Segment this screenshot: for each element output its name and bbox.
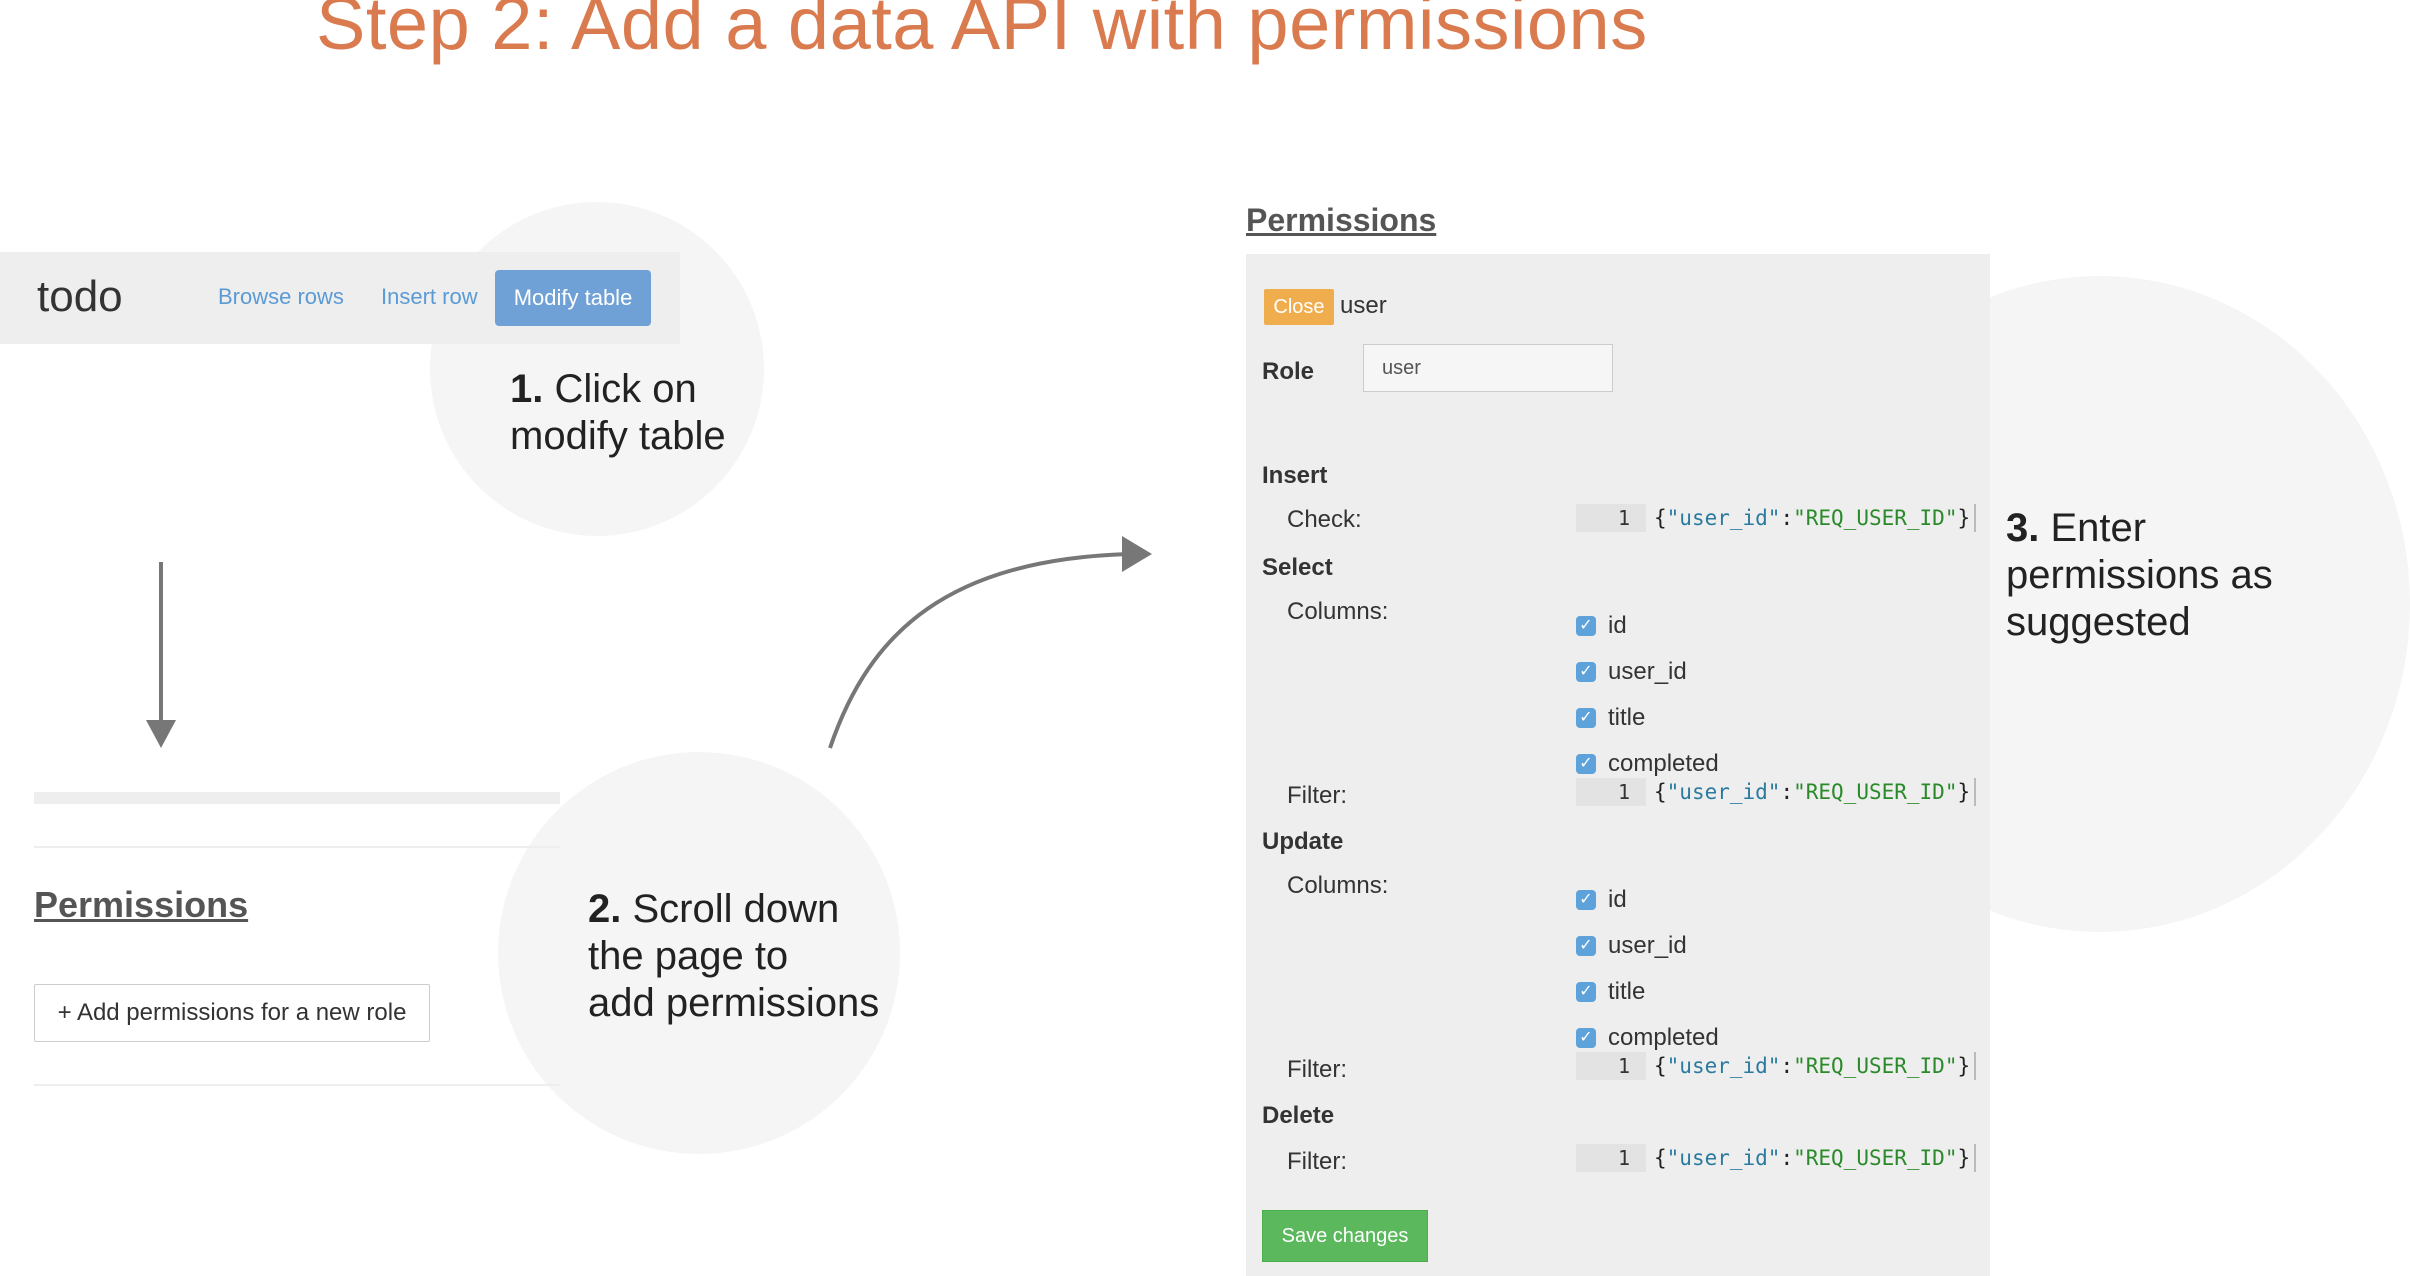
step-1-number: 1. — [510, 367, 544, 411]
permissions-panel-heading: Permissions — [1246, 202, 1437, 238]
insert-check-editor[interactable]: 1 {"user_id":"REQ_USER_ID"} — [1576, 504, 1977, 532]
step-3-number: 3. — [2006, 506, 2040, 550]
close-button[interactable]: Close — [1264, 289, 1334, 325]
step-2-line-2: the page to — [588, 934, 789, 978]
line-number: 1 — [1576, 1052, 1646, 1080]
checkbox-checked-icon[interactable]: ✓ — [1576, 890, 1596, 910]
checkbox-checked-icon[interactable]: ✓ — [1576, 936, 1596, 956]
update-columns-label: Columns: — [1287, 872, 1389, 899]
checkbox-checked-icon[interactable]: ✓ — [1576, 1028, 1596, 1048]
arrow-down-icon — [146, 562, 176, 748]
step-3-line-3: suggested — [2006, 600, 2191, 644]
divider — [34, 846, 560, 848]
checkbox-checked-icon[interactable]: ✓ — [1576, 982, 1596, 1002]
step-2-line-1: Scroll down — [632, 887, 840, 931]
step-3-line-2: permissions as — [2006, 553, 2273, 597]
insert-label: Insert — [1262, 462, 1328, 489]
role-name: user — [1340, 292, 1387, 319]
step-1-caption: 1. Click on modify table — [510, 366, 726, 460]
checkbox-checked-icon[interactable]: ✓ — [1576, 616, 1596, 636]
delete-label: Delete — [1262, 1102, 1335, 1129]
step-3-caption: 3. Enter permissions as suggested — [2006, 505, 2273, 646]
step-2-caption: 2. Scroll down the page to add permissio… — [588, 886, 879, 1027]
select-filter-editor[interactable]: 1 {"user_id":"REQ_USER_ID"} — [1576, 778, 1977, 806]
content-divider-bar — [34, 792, 560, 804]
divider — [34, 1084, 560, 1086]
delete-filter-editor[interactable]: 1 {"user_id":"REQ_USER_ID"} — [1576, 1144, 1977, 1172]
select-columns-label: Columns: — [1287, 598, 1389, 625]
checkbox-checked-icon[interactable]: ✓ — [1576, 754, 1596, 774]
permissions-heading: Permissions — [34, 884, 249, 925]
table-name: todo — [37, 272, 123, 321]
step-1-line-1: Click on — [554, 367, 697, 411]
update-filter-label: Filter: — [1287, 1056, 1347, 1083]
line-number: 1 — [1576, 504, 1646, 532]
checkbox-checked-icon[interactable]: ✓ — [1576, 662, 1596, 682]
checkbox-checked-icon[interactable]: ✓ — [1576, 708, 1596, 728]
select-filter-label: Filter: — [1287, 782, 1347, 809]
curved-arrow-icon — [828, 536, 1152, 749]
update-filter-editor[interactable]: 1 {"user_id":"REQ_USER_ID"} — [1576, 1052, 1977, 1080]
step-2-line-3: add permissions — [588, 981, 880, 1025]
page-title: Step 2: Add a data API with permissions — [316, 0, 1648, 65]
modify-table-button[interactable]: Modify table — [495, 270, 651, 326]
update-label: Update — [1262, 828, 1344, 855]
step-1-line-2: modify table — [510, 414, 726, 458]
role-input[interactable]: user — [1363, 344, 1613, 392]
insert-row-link[interactable]: Insert row — [381, 284, 478, 310]
step-2-number: 2. — [588, 887, 622, 931]
line-number: 1 — [1576, 1144, 1646, 1172]
save-changes-button[interactable]: Save changes — [1262, 1210, 1428, 1262]
delete-filter-label: Filter: — [1287, 1148, 1347, 1175]
select-label: Select — [1262, 554, 1333, 581]
browse-rows-link[interactable]: Browse rows — [218, 284, 344, 310]
role-label: Role — [1262, 358, 1315, 385]
add-permissions-button[interactable]: + Add permissions for a new role — [34, 984, 430, 1042]
insert-check-label: Check: — [1287, 506, 1362, 533]
step-3-line-1: Enter — [2050, 506, 2147, 550]
line-number: 1 — [1576, 778, 1646, 806]
